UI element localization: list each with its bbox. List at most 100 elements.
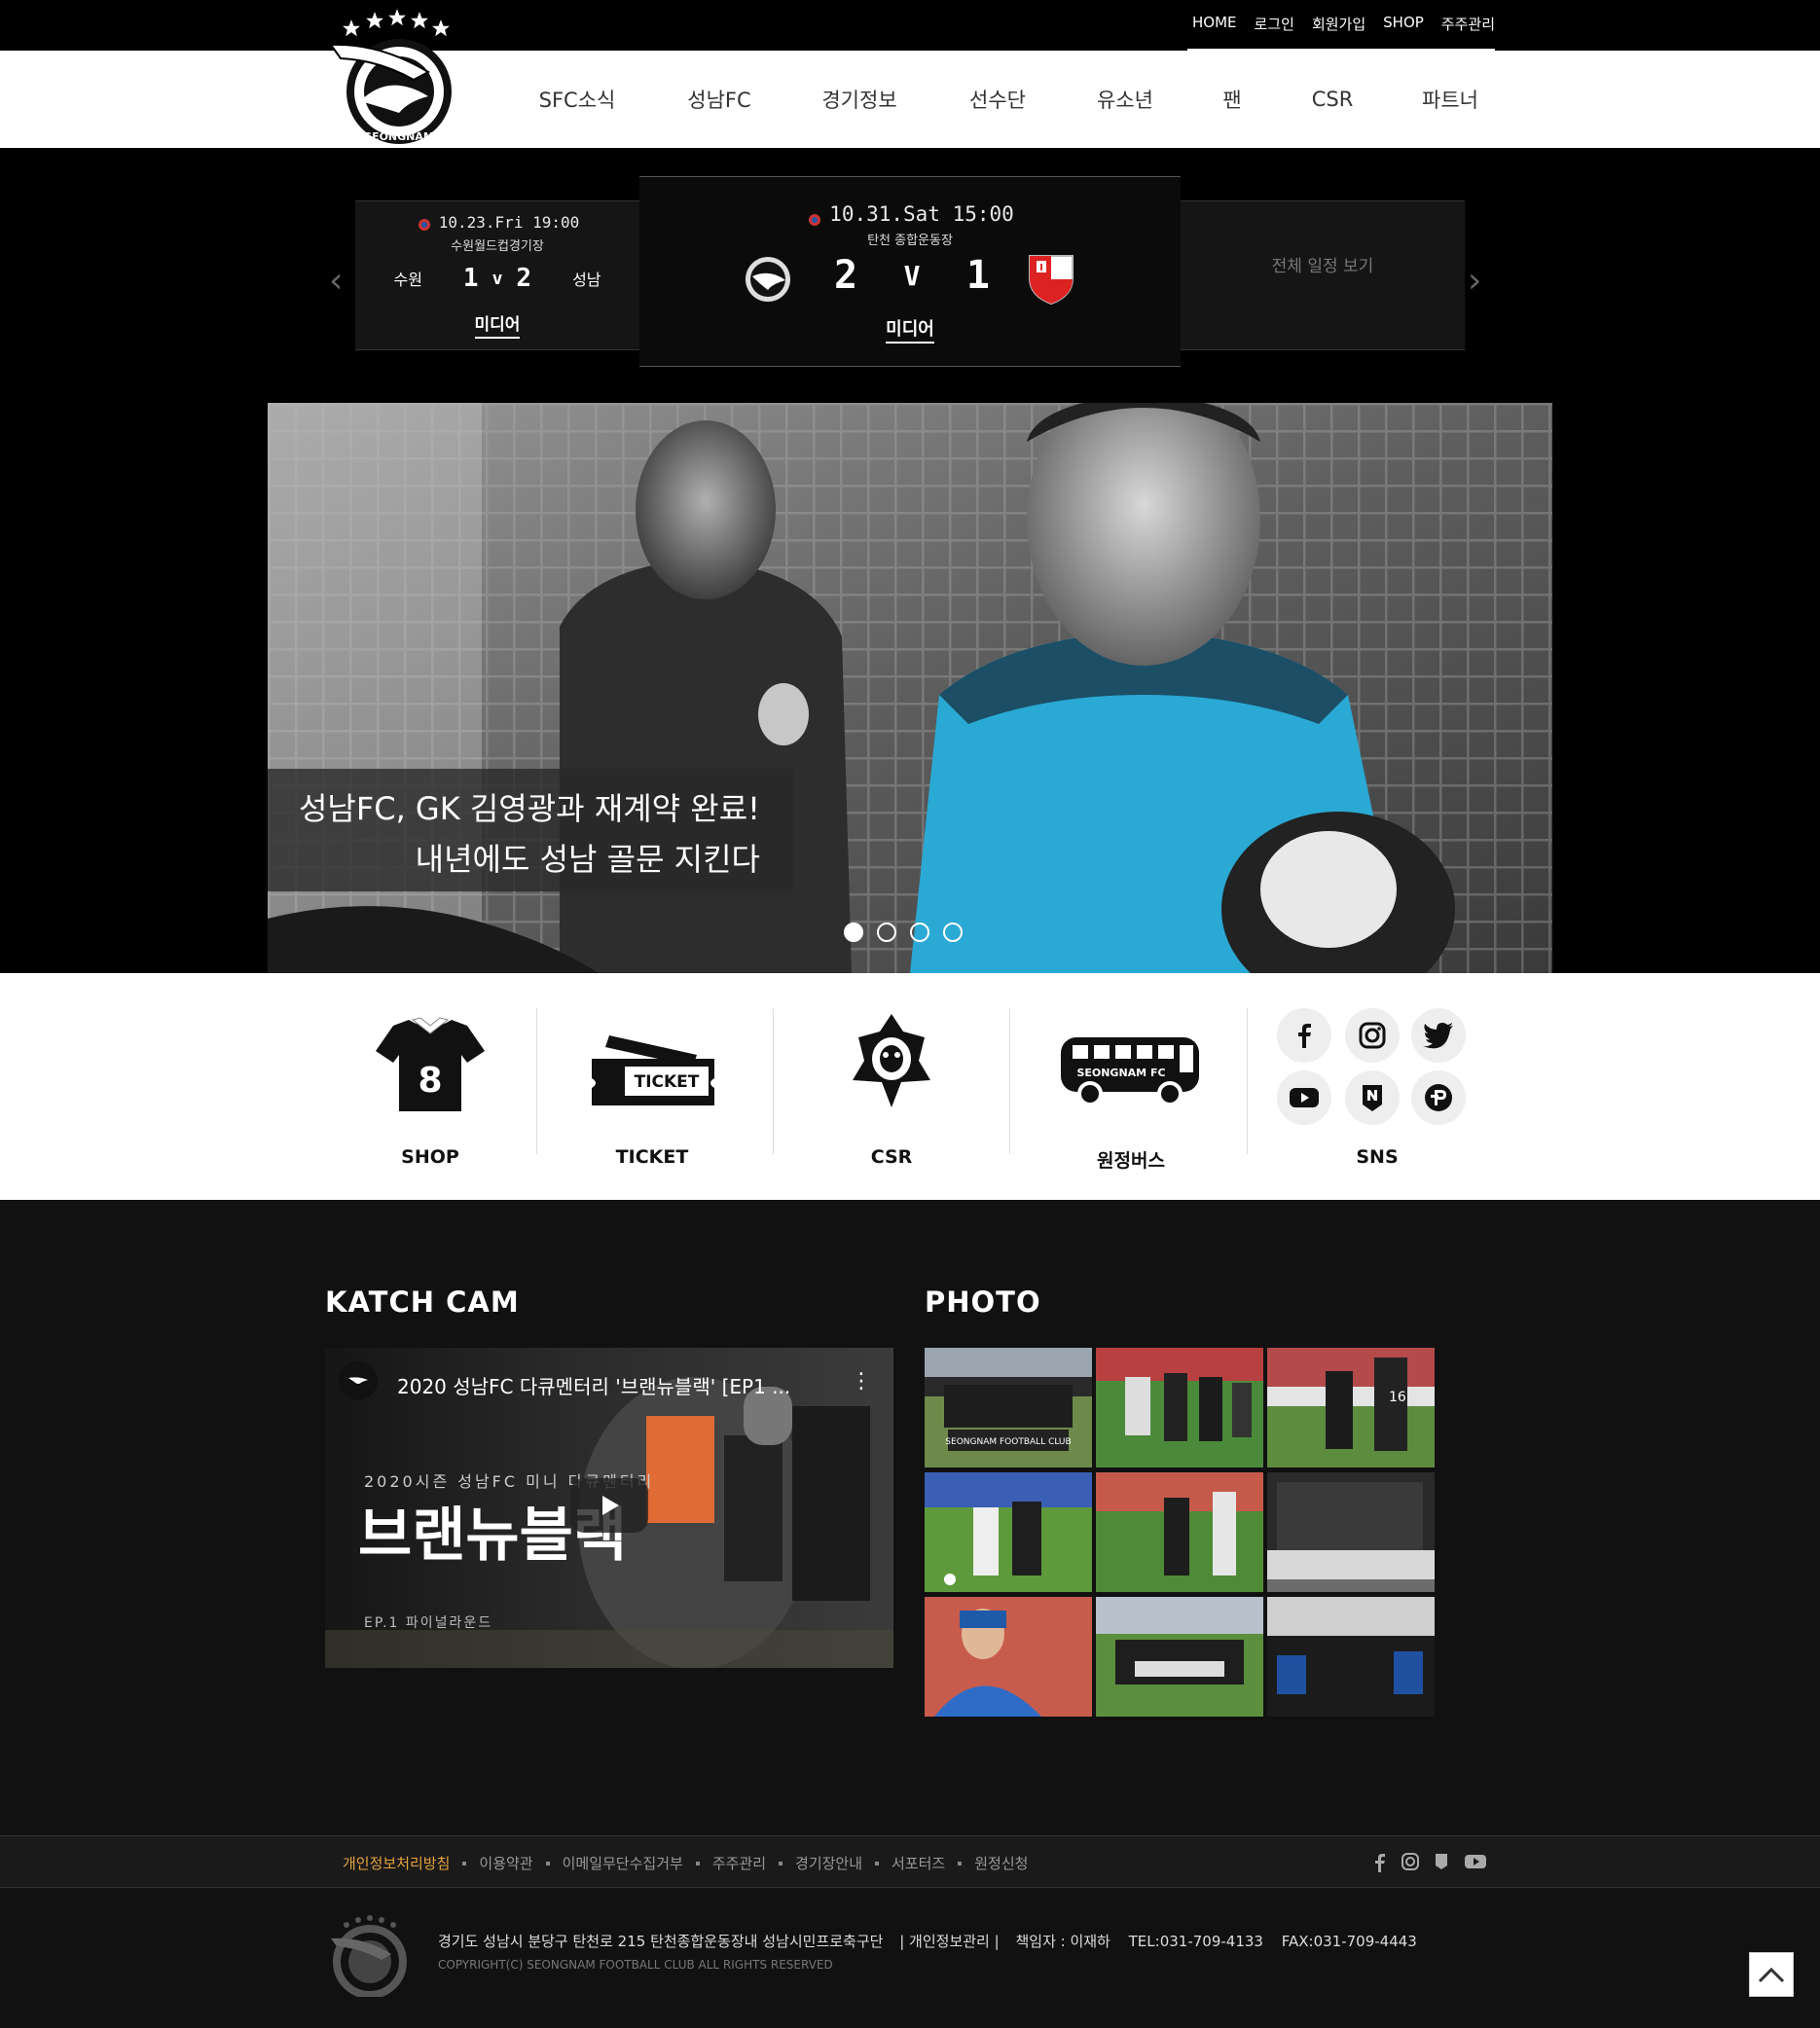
current-away-score: 1	[965, 253, 990, 298]
photo-thumb[interactable]	[1096, 1348, 1263, 1467]
nav-squad[interactable]: 선수단	[928, 85, 1067, 114]
photo-thumb[interactable]	[925, 1472, 1092, 1592]
util-home-link[interactable]: HOME	[1192, 14, 1237, 34]
nav-partner[interactable]: 파트너	[1384, 85, 1516, 114]
instagram-icon[interactable]	[1345, 1008, 1400, 1063]
footer-link-privacy[interactable]: 개인정보처리방침	[343, 1853, 450, 1873]
match-prev-arrow[interactable]: ‹	[329, 261, 343, 301]
util-signup-link[interactable]: 회원가입	[1312, 14, 1365, 34]
footer-link-terms[interactable]: 이용약관	[479, 1853, 532, 1873]
main-nav: SFC소식 성남FC 경기정보 선수단 유소년 팬 CSR 파트너	[506, 51, 1516, 148]
kleague-icon	[806, 208, 823, 226]
club-logo[interactable]: SEONGNAM	[321, 4, 467, 145]
nav-fan[interactable]: 팬	[1183, 85, 1281, 114]
quick-sns: SNS	[1265, 1008, 1489, 1168]
footer-link-stadium[interactable]: 경기장안내	[795, 1853, 862, 1873]
current-vs: V	[903, 259, 921, 292]
hero-banner[interactable]: 성남FC, GK 김영광과 재계약 완료! 내년에도 성남 골문 지킨다	[268, 403, 1552, 973]
footer-privacy-manage[interactable]: | 개인정보관리 |	[899, 1933, 999, 1950]
youtube-icon[interactable]	[1277, 1070, 1331, 1125]
naver-post-icon[interactable]	[1435, 1853, 1448, 1870]
channel-avatar-icon[interactable]	[339, 1361, 378, 1400]
video-episode: EP.1 파이널라운드	[364, 1615, 493, 1631]
photo-thumb[interactable]	[1267, 1597, 1435, 1717]
nav-csr[interactable]: CSR	[1281, 88, 1384, 111]
prev-home-team: 수원	[393, 271, 422, 289]
photo-thumb[interactable]: SEONGNAM FOOTBALL CLUB	[925, 1348, 1092, 1467]
youtube-icon[interactable]	[1464, 1853, 1487, 1870]
prev-media-link[interactable]: 미디어	[474, 315, 521, 339]
footer-links: 개인정보처리방침 이용약관 이메일무단수집거부 주주관리 경기장안내 서포터즈 …	[343, 1853, 1028, 1873]
hero-dot-4[interactable]	[943, 923, 963, 942]
util-login-link[interactable]: 로그인	[1255, 14, 1294, 34]
nav-seongnam-fc[interactable]: 성남FC	[648, 85, 790, 114]
full-schedule-link[interactable]: 전체 일정 보기	[1272, 252, 1374, 276]
scroll-to-top-button[interactable]	[1749, 1952, 1794, 1997]
quick-menu: 8 SHOP TICKET TICKET CSR SEONGNAM FC 원정버…	[0, 973, 1820, 1200]
photo-thumb[interactable]	[1096, 1472, 1263, 1592]
quick-ticket[interactable]: TICKET TICKET	[564, 1008, 740, 1168]
hero-caption-line2: 내년에도 성남 골문 지킨다	[415, 841, 760, 878]
ticket-icon: TICKET	[590, 1030, 716, 1111]
prev-match-score-row: 수원 1 v 2 성남	[355, 264, 639, 293]
current-home-score: 2	[834, 253, 858, 298]
prev-match-card[interactable]: 10.23.Fri 19:00 수원월드컵경기장 수원 1 v 2 성남 미디어	[355, 200, 639, 350]
instagram-icon[interactable]	[1401, 1853, 1419, 1870]
play-button[interactable]	[570, 1478, 648, 1533]
twitter-icon[interactable]	[1411, 1008, 1466, 1063]
photo-thumb[interactable]	[1267, 1472, 1435, 1592]
footer-link-away-apply[interactable]: 원정신청	[974, 1853, 1028, 1873]
footer-sns	[1374, 1853, 1487, 1872]
current-match-venue: 탄천 종합운동장	[867, 234, 953, 248]
util-shop-link[interactable]: SHOP	[1383, 14, 1424, 34]
prev-match-venue: 수원월드컵경기장	[451, 239, 544, 254]
nav-sfc-news[interactable]: SFC소식	[506, 85, 648, 114]
quick-divider	[1247, 1008, 1248, 1154]
photo-thumb[interactable]: 16	[1267, 1348, 1435, 1467]
match-next-arrow[interactable]: ›	[1468, 261, 1481, 301]
prev-away-score: 2	[516, 264, 532, 293]
photo-title: PHOTO	[925, 1286, 1041, 1319]
svg-text:SEONGNAM: SEONGNAM	[364, 130, 434, 143]
nav-match-info[interactable]: 경기정보	[790, 85, 928, 114]
current-match-card[interactable]: 10.31.Sat 15:00 탄천 종합운동장 2 V 1 I 미디어	[639, 176, 1181, 367]
current-match-datetime: 10.31.Sat 15:00	[829, 202, 1014, 226]
opponent-emblem-icon: I	[1027, 253, 1075, 309]
util-shareholder-link[interactable]: 주주관리	[1441, 14, 1495, 34]
seongnam-emblem-icon	[743, 255, 793, 308]
quick-away-bus[interactable]: SEONGNAM FC 원정버스	[1043, 1008, 1219, 1172]
nav-youth[interactable]: 유소년	[1067, 85, 1183, 114]
katch-cam-video[interactable]: 2020 성남FC 다큐멘터리 '브랜뉴블랙' [EP1 ... ⋮ 2020시…	[325, 1348, 893, 1668]
current-match-datetime-row: 10.31.Sat 15:00	[639, 202, 1181, 226]
quick-shop[interactable]: 8 SHOP	[343, 1008, 518, 1168]
quick-ticket-label: TICKET	[615, 1146, 689, 1168]
photo-thumb[interactable]	[1096, 1597, 1263, 1717]
footer-link-supporters[interactable]: 서포터즈	[892, 1853, 945, 1873]
kakao-icon[interactable]	[1411, 1070, 1466, 1125]
footer-link-shareholder[interactable]: 주주관리	[712, 1853, 766, 1873]
facebook-icon[interactable]	[1374, 1853, 1386, 1872]
facebook-icon[interactable]	[1277, 1008, 1331, 1063]
footer-manager: 책임자 : 이재하	[1015, 1933, 1110, 1950]
quick-bus-label: 원정버스	[1097, 1150, 1165, 1172]
hero-dot-1[interactable]	[844, 923, 863, 942]
footer-link-email-refusal[interactable]: 이메일무단수집거부	[563, 1853, 683, 1873]
quick-csr[interactable]: CSR	[804, 1008, 979, 1168]
full-schedule-card[interactable]: 전체 일정 보기	[1181, 200, 1465, 350]
photo-thumb[interactable]	[925, 1597, 1092, 1717]
kebab-menu-icon[interactable]: ⋮	[851, 1369, 872, 1394]
hero-pagination	[844, 923, 963, 942]
naver-post-icon[interactable]	[1345, 1070, 1400, 1125]
quick-divider	[773, 1008, 774, 1154]
hero-caption: 성남FC, GK 김영광과 재계약 완료! 내년에도 성남 골문 지킨다	[268, 769, 793, 891]
current-media-link[interactable]: 미디어	[886, 319, 934, 344]
svg-text:I: I	[1039, 263, 1043, 273]
video-title[interactable]: 2020 성남FC 다큐멘터리 '브랜뉴블랙' [EP1 ...	[397, 1371, 790, 1399]
jersey-number: 8	[418, 1061, 442, 1101]
quick-csr-label: CSR	[870, 1146, 913, 1168]
footer-address: 경기도 성남시 분당구 탄천로 215 탄천종합운동장내 성남시민프로축구단	[438, 1933, 884, 1950]
hero-dot-2[interactable]	[877, 923, 896, 942]
quick-sns-label: SNS	[1356, 1146, 1399, 1168]
hero-caption-line1: 성남FC, GK 김영광과 재계약 완료!	[298, 790, 760, 827]
hero-dot-3[interactable]	[910, 923, 929, 942]
